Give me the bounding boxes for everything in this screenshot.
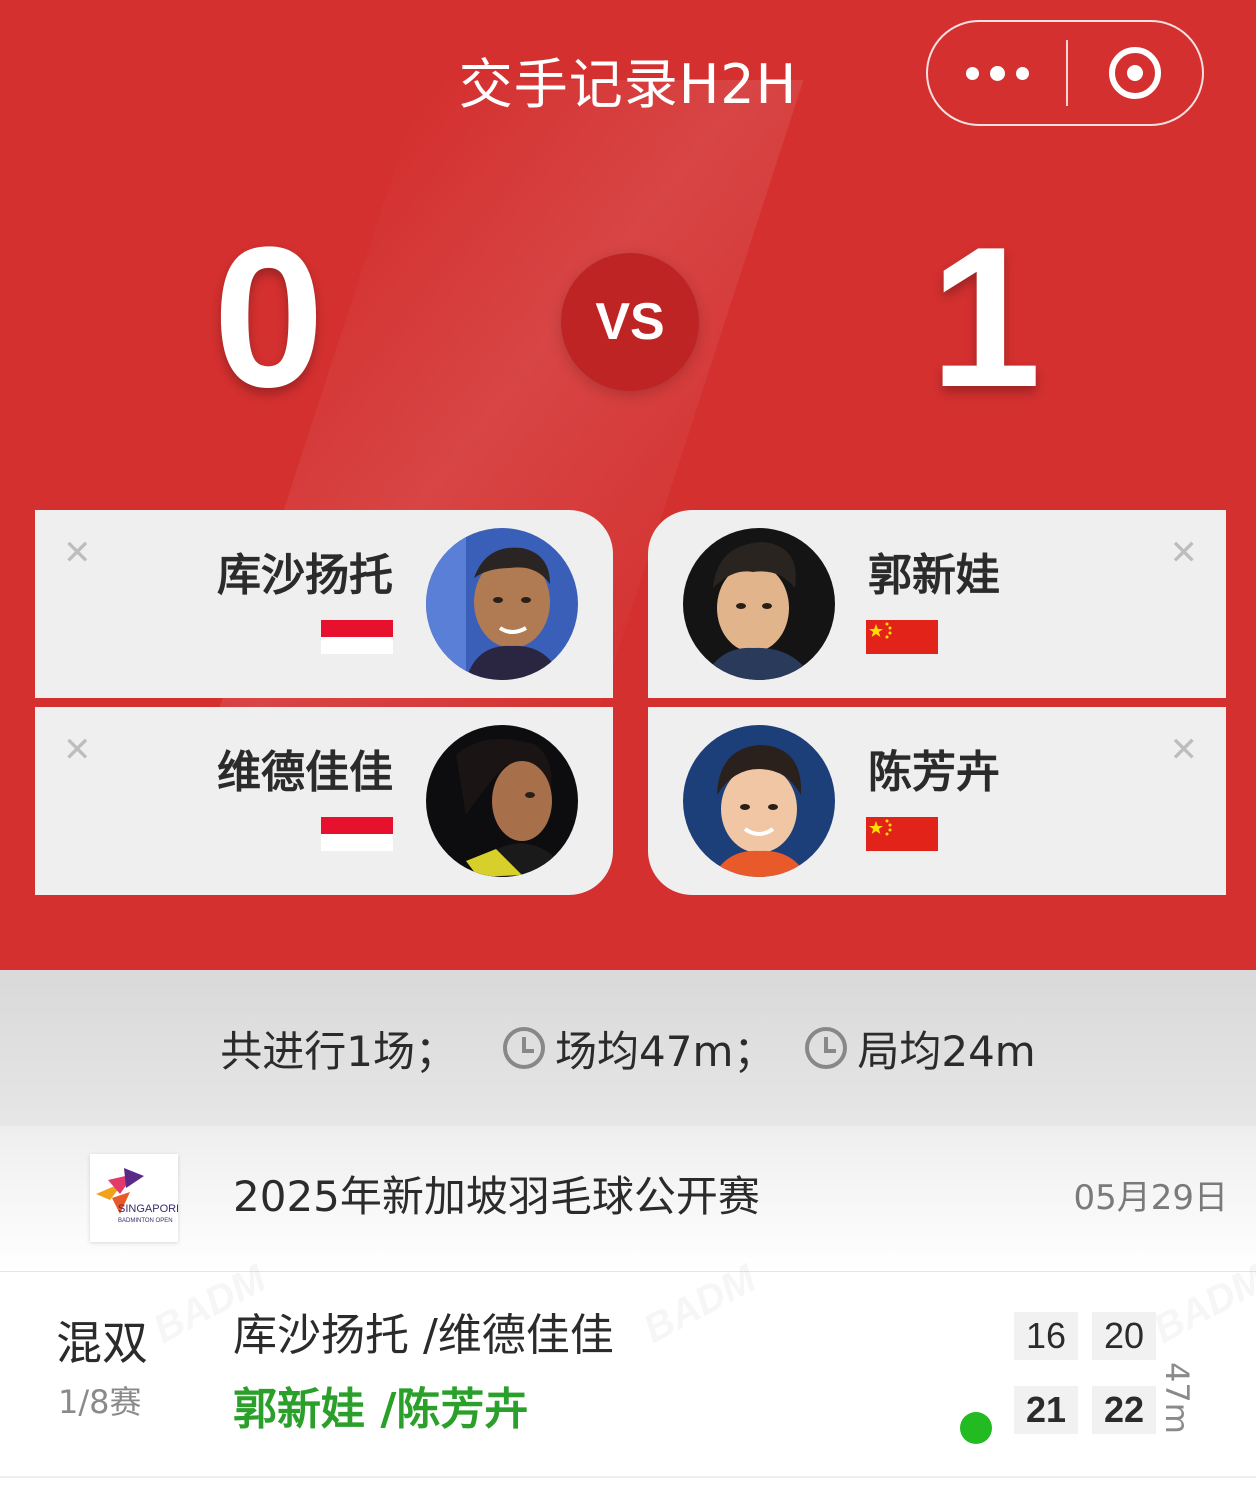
close-icon[interactable]: ✕ xyxy=(1170,733,1199,767)
summary-avg-match-text: 场均47m； xyxy=(555,1026,776,1076)
close-icon[interactable]: ✕ xyxy=(63,536,92,570)
team2-names: 郭新娃 /陈芳卉 xyxy=(233,1384,529,1435)
hero-header: 交手记录H2H 0 VS 1 ✕ 库沙扬托 ✕ 维德佳佳 ✕ 郭新娃 ✕ 陈芳卉 xyxy=(0,0,1256,970)
miniprogram-capsule xyxy=(926,20,1204,126)
tournament-date: 05月29日 xyxy=(1073,1178,1228,1218)
tournament-name: 2025年新加坡羽毛球公开赛 xyxy=(233,1172,760,1221)
team1-game1-score: 16 xyxy=(1014,1312,1078,1360)
player-avatar xyxy=(683,528,835,680)
team2-game1-score: 21 xyxy=(1014,1386,1078,1434)
match-round: 1/8赛 xyxy=(58,1383,142,1421)
tournament-logo: SINGAPORE BADMINTON OPEN xyxy=(90,1154,183,1242)
china-flag-icon xyxy=(866,817,938,851)
more-dots-icon[interactable] xyxy=(928,22,1066,124)
close-icon[interactable]: ✕ xyxy=(1170,536,1199,570)
right-score: 1 xyxy=(930,206,1042,429)
clock-icon xyxy=(503,1027,545,1069)
player-avatar xyxy=(426,725,578,877)
tournament-header[interactable]: SINGAPORE BADMINTON OPEN 2025年新加坡羽毛球公开赛 … xyxy=(0,1126,1256,1272)
player-name: 维德佳佳 xyxy=(217,747,393,798)
china-flag-icon xyxy=(866,620,938,654)
logo-text-1: SINGAPORE xyxy=(118,1203,178,1215)
player-card-left-1[interactable]: ✕ 库沙扬托 xyxy=(35,510,613,698)
team1-names: 库沙扬托 /维德佳佳 xyxy=(233,1310,614,1361)
h2h-summary: 共进行1场； 场均47m； 局均24m xyxy=(0,970,1256,1126)
clock-icon xyxy=(805,1027,848,1069)
left-score: 0 xyxy=(213,206,325,429)
event-type: 混双 xyxy=(56,1316,148,1370)
player-name: 库沙扬托 xyxy=(217,550,393,601)
player-card-right-1[interactable]: ✕ 郭新娃 xyxy=(648,510,1226,698)
player-name: 郭新娃 xyxy=(868,550,1000,601)
player-name: 陈芳卉 xyxy=(868,747,1000,798)
match-row[interactable]: BADM BADM BADM 混双 1/8赛 库沙扬托 /维德佳佳 郭新娃 /陈… xyxy=(0,1272,1256,1478)
winner-dot-icon xyxy=(960,1412,992,1444)
player-card-left-2[interactable]: ✕ 维德佳佳 xyxy=(35,707,613,895)
summary-total-text: 共进行1场； xyxy=(220,1026,457,1076)
team1-game2-score: 20 xyxy=(1092,1312,1156,1360)
match-duration: 47m xyxy=(1158,1362,1196,1434)
close-target-icon[interactable] xyxy=(1068,22,1202,124)
summary-avg-match: 场均47m； xyxy=(503,1018,775,1079)
summary-avg-game-text: 局均24m xyxy=(857,1026,1036,1076)
close-icon[interactable]: ✕ xyxy=(63,733,92,767)
vs-badge: VS xyxy=(561,253,699,391)
player-avatar xyxy=(426,528,578,680)
indonesia-flag-icon xyxy=(321,817,393,851)
summary-avg-game: 局均24m xyxy=(805,1018,1036,1079)
indonesia-flag-icon xyxy=(321,620,393,654)
logo-text-2: BADMINTON OPEN xyxy=(118,1218,173,1224)
player-card-right-2[interactable]: ✕ 陈芳卉 xyxy=(648,707,1226,895)
player-avatar xyxy=(683,725,835,877)
team2-game2-score: 22 xyxy=(1092,1386,1156,1434)
summary-total: 共进行1场； xyxy=(220,1018,457,1079)
